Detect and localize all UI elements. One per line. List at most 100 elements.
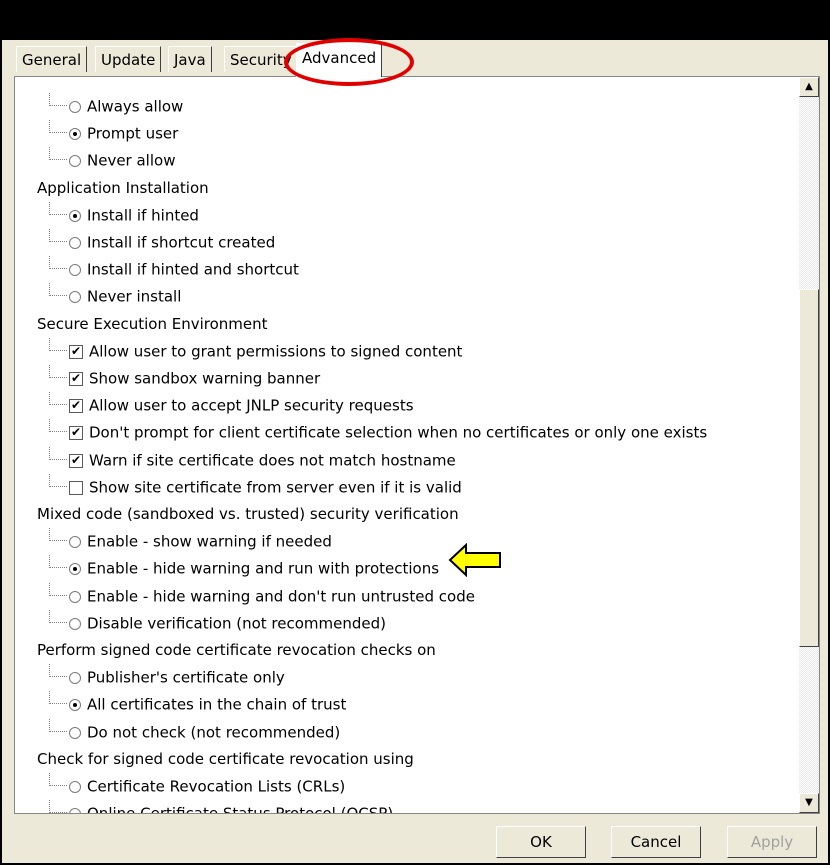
radio-option[interactable]: Online Certificate Status Protocol (OCSP… — [49, 800, 393, 813]
radio-option[interactable]: Disable verification (not recommended) — [49, 610, 386, 636]
title-bar — [0, 0, 830, 40]
radio-option[interactable]: Install if hinted and shortcut — [49, 256, 299, 282]
checkbox-option[interactable]: Allow user to grant permissions to signe… — [49, 338, 462, 364]
option-label: Publisher's certificate only — [87, 668, 285, 687]
option-label: Show site certificate from server even i… — [89, 478, 462, 497]
radio-button[interactable] — [69, 209, 81, 222]
checkbox-option[interactable]: Warn if site certificate does not match … — [49, 447, 456, 473]
settings-tree: Always allow Prompt user Never allow Applic… — [15, 77, 801, 813]
group-heading: Check for signed code certificate revoca… — [37, 750, 414, 768]
tab-update[interactable]: Update — [95, 46, 162, 72]
checkbox-option[interactable]: Show site certificate from server even i… — [49, 474, 462, 500]
option-label: Enable - hide warning and run with prote… — [87, 559, 440, 578]
tree-connector — [49, 719, 67, 732]
option-label: Don't prompt for client certificate sele… — [89, 423, 708, 442]
radio-option[interactable]: Never install — [49, 283, 181, 309]
option-label: Show sandbox warning banner — [89, 369, 321, 388]
tree-connector — [49, 583, 67, 596]
group-heading: Mixed code (sandboxed vs. trusted) secur… — [37, 505, 459, 523]
radio-option[interactable]: Publisher's certificate only — [49, 664, 285, 690]
group-heading: Perform signed code certificate revocati… — [37, 641, 436, 659]
radio-button[interactable] — [69, 154, 81, 167]
group-heading: Secure Execution Environment — [37, 315, 268, 333]
ok-button[interactable]: OK — [496, 826, 586, 858]
option-label: Install if hinted and shortcut — [87, 260, 299, 279]
checkbox[interactable] — [69, 397, 83, 413]
radio-option[interactable]: Prompt user — [49, 120, 178, 146]
cancel-button[interactable]: Cancel — [611, 826, 701, 858]
group-heading: Application Installation — [37, 179, 209, 197]
checkbox-option[interactable]: Show sandbox warning banner — [49, 365, 320, 391]
option-label: All certificates in the chain of trust — [87, 695, 347, 714]
tree-connector — [49, 256, 67, 269]
checkbox[interactable] — [69, 343, 83, 359]
radio-option[interactable]: All certificates in the chain of trust — [49, 691, 346, 717]
radio-button[interactable] — [69, 807, 81, 813]
tree-connector — [49, 93, 67, 106]
radio-option[interactable]: Always allow — [49, 93, 183, 119]
checkbox[interactable] — [69, 424, 83, 440]
radio-option[interactable]: Enable - hide warning and don't run untr… — [49, 583, 475, 609]
radio-option[interactable]: Never allow — [49, 147, 175, 173]
tree-connector — [49, 691, 67, 704]
tree-connector — [49, 528, 67, 541]
tree-connector — [49, 392, 67, 405]
radio-button[interactable] — [69, 590, 81, 603]
scroll-up-icon[interactable]: ▲ — [799, 77, 819, 97]
tree-connector — [49, 447, 67, 460]
option-label: Never allow — [87, 151, 176, 170]
scroll-down-icon[interactable]: ▼ — [799, 793, 819, 813]
option-label: Always allow — [87, 97, 184, 116]
option-label: Install if hinted — [87, 206, 199, 225]
scrollbar-thumb[interactable] — [799, 289, 819, 647]
radio-button[interactable] — [69, 127, 81, 140]
tree-connector — [49, 773, 67, 786]
advanced-settings-panel: Always allow Prompt user Never allow Applic… — [14, 76, 820, 814]
option-label: Do not check (not recommended) — [87, 723, 341, 742]
radio-button[interactable] — [69, 726, 81, 739]
option-label: Warn if site certificate does not match … — [89, 451, 456, 470]
tree-connector — [49, 610, 67, 623]
tree-connector — [49, 229, 67, 242]
option-label: Allow user to accept JNLP security reque… — [89, 396, 414, 415]
radio-option[interactable]: Enable - hide warning and run with prote… — [49, 555, 439, 581]
checkbox[interactable] — [69, 370, 83, 386]
radio-button[interactable] — [69, 290, 81, 303]
radio-button[interactable] — [69, 236, 81, 249]
radio-option[interactable]: Install if shortcut created — [49, 229, 275, 255]
option-label: Enable - show warning if needed — [87, 532, 332, 551]
option-label: Never install — [87, 287, 182, 306]
radio-button[interactable] — [69, 617, 81, 630]
tree-connector — [49, 147, 67, 160]
checkbox-option[interactable]: Don't prompt for client certificate sele… — [49, 419, 707, 445]
radio-option[interactable]: Enable - show warning if needed — [49, 528, 332, 554]
option-label: Disable verification (not recommended) — [87, 614, 386, 633]
option-label: Prompt user — [87, 124, 179, 143]
option-label: Allow user to grant permissions to signe… — [89, 342, 463, 361]
radio-button[interactable] — [69, 263, 81, 276]
checkbox[interactable] — [69, 480, 83, 495]
radio-button[interactable] — [69, 562, 81, 575]
radio-button[interactable] — [69, 780, 81, 793]
checkbox-option[interactable]: Allow user to accept JNLP security reque… — [49, 392, 414, 418]
option-label: Certificate Revocation Lists (CRLs) — [87, 777, 346, 796]
option-label: Install if shortcut created — [87, 233, 276, 252]
radio-button[interactable] — [69, 535, 81, 548]
tab-general[interactable]: General — [16, 46, 88, 72]
tree-connector — [49, 664, 67, 677]
tab-java[interactable]: Java — [168, 46, 212, 72]
radio-option[interactable]: Certificate Revocation Lists (CRLs) — [49, 773, 345, 799]
apply-button[interactable]: Apply — [727, 826, 817, 858]
vertical-scrollbar[interactable]: ▲ ▼ — [799, 77, 819, 813]
radio-option[interactable]: Do not check (not recommended) — [49, 719, 340, 745]
tree-connector — [49, 283, 67, 296]
tree-connector — [49, 365, 67, 378]
tree-connector — [49, 202, 67, 215]
radio-button[interactable] — [69, 671, 81, 684]
tree-connector — [49, 419, 67, 432]
radio-button[interactable] — [69, 698, 81, 711]
tree-connector — [49, 338, 67, 351]
radio-option[interactable]: Install if hinted — [49, 202, 199, 228]
radio-button[interactable] — [69, 100, 81, 113]
checkbox[interactable] — [69, 452, 83, 468]
